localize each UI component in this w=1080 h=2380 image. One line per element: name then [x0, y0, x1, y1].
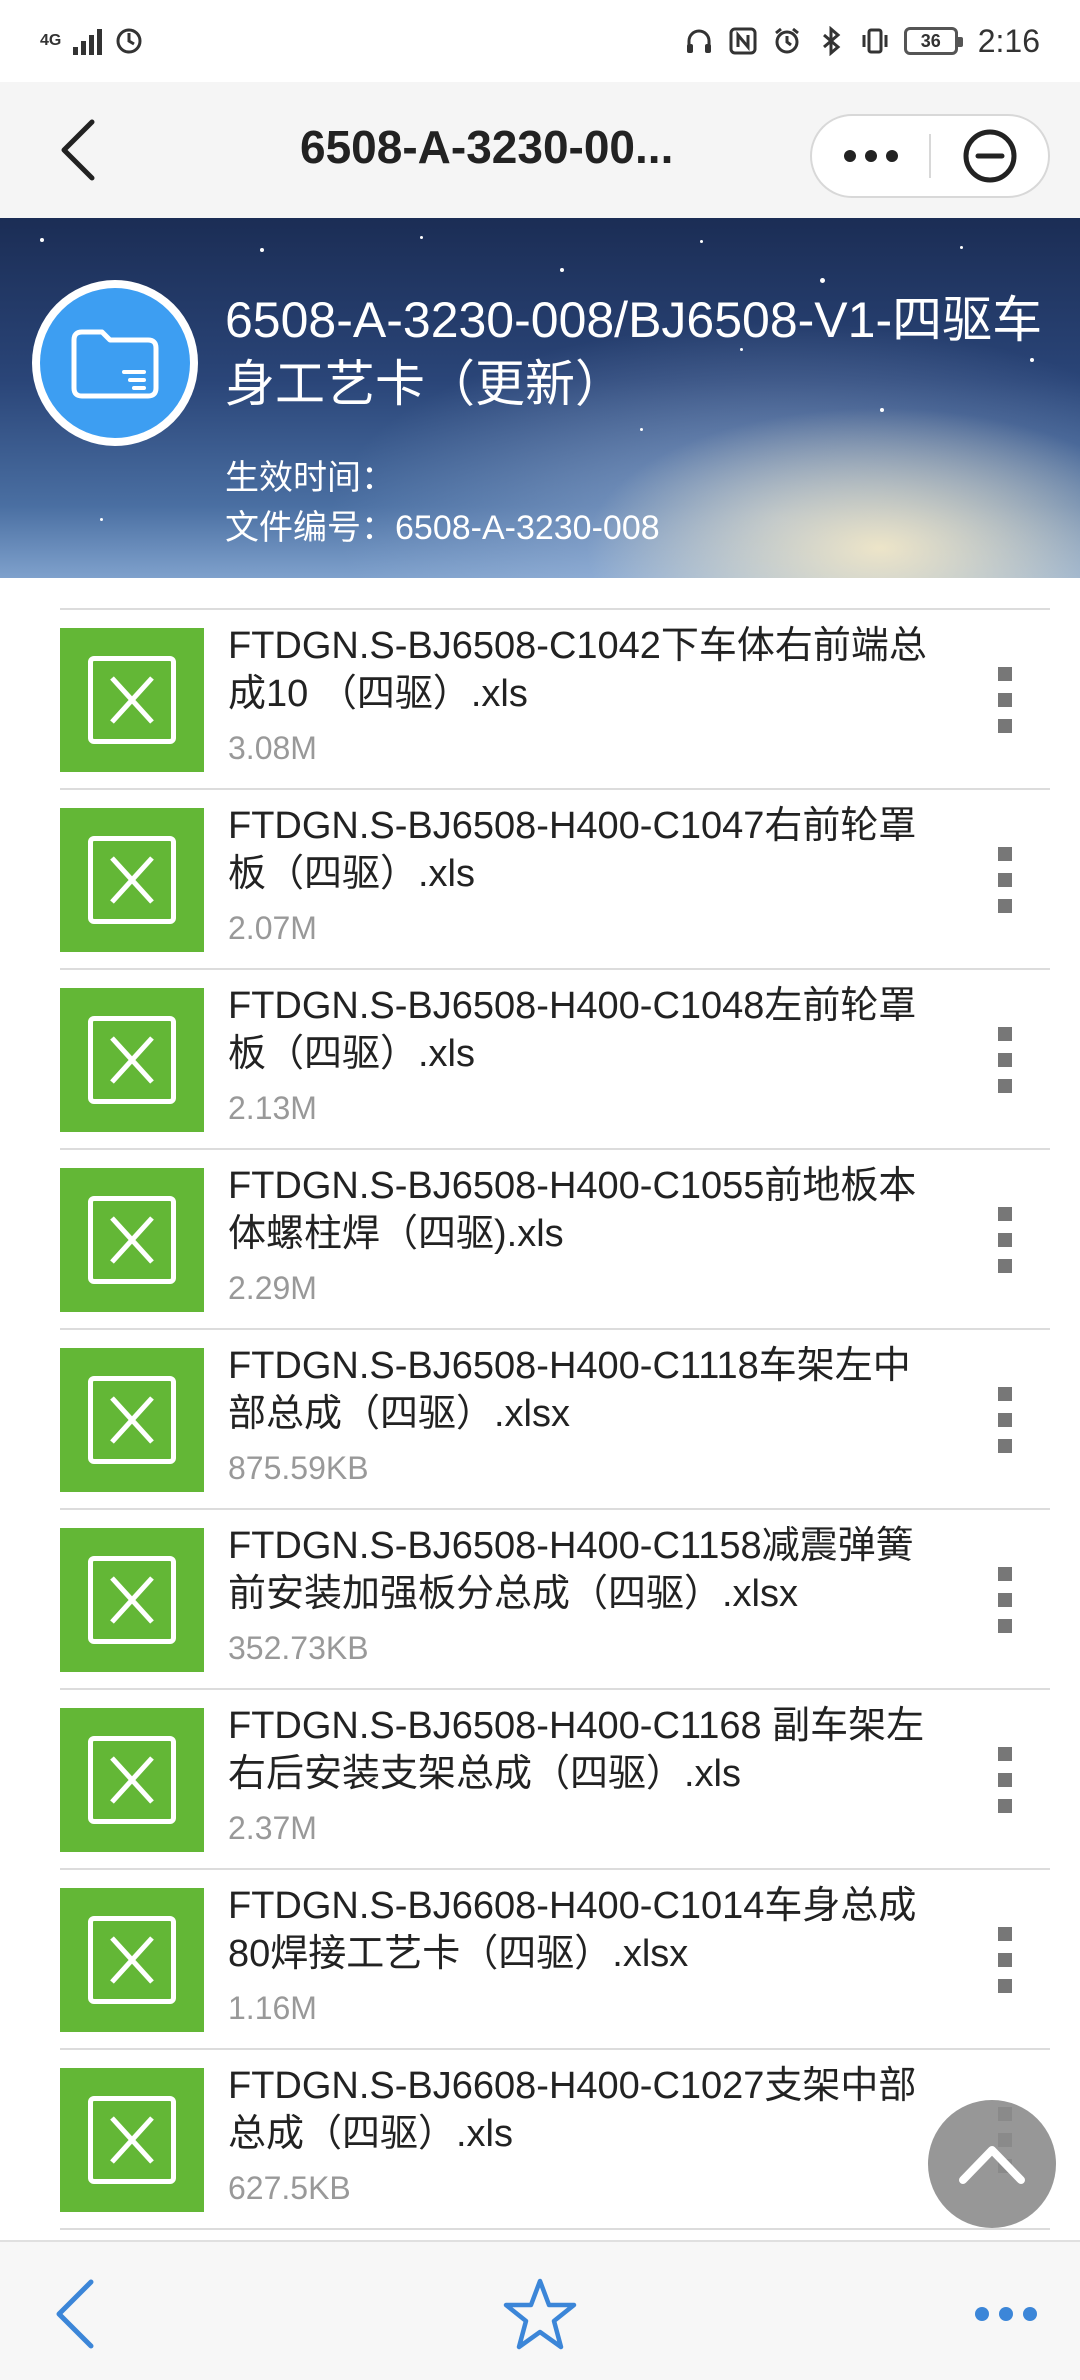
chevron-up-icon — [959, 2146, 1025, 2184]
file-name: FTDGN.S-BJ6608-H400-C1014车身总成80焊接工艺卡（四驱）… — [228, 1885, 917, 1975]
file-size: 352.73KB — [228, 1630, 369, 1666]
file-more-button[interactable] — [960, 1550, 1050, 1650]
back-arrow-icon — [56, 2279, 94, 2349]
file-size: 2.37M — [228, 1810, 317, 1846]
file-more-button[interactable] — [960, 1190, 1050, 1290]
toolbar-back-button[interactable] — [40, 2274, 110, 2354]
file-name: FTDGN.S-BJ6508-H400-C1168 副车架左右后安装支架总成（四… — [228, 1705, 925, 1795]
file-item[interactable]: FTDGN.S-BJ6508-H400-C1158减震弹簧前安装加强板分总成（四… — [60, 1510, 1050, 1690]
file-size: 2.29M — [228, 1270, 317, 1306]
file-size: 3.08M — [228, 730, 317, 766]
page-title: 6508-A-3230-00... — [300, 121, 674, 173]
toolbar-more-button[interactable] — [964, 2282, 1048, 2346]
app-header: 6508-A-3230-00... — [0, 82, 1080, 218]
excel-file-icon — [60, 988, 204, 1132]
nfc-icon — [728, 26, 758, 56]
status-left: 4G — [40, 26, 144, 56]
scroll-to-top-button[interactable] — [928, 2100, 1056, 2228]
file-number-label: 文件编号：6508-A-3230-008 — [225, 509, 660, 547]
file-item[interactable]: FTDGN.S-BJ6508-H400-C1048左前轮罩板（四驱）.xls 2… — [60, 970, 1050, 1150]
bluetooth-icon — [816, 26, 846, 56]
file-item[interactable]: FTDGN.S-BJ6608-H400-C1027支架中部总成（四驱）.xls … — [60, 2050, 1050, 2230]
headphones-icon — [684, 26, 714, 56]
file-item[interactable]: FTDGN.S-BJ6508-C1042下车体右前端总成10 （四驱）.xls … — [60, 610, 1050, 790]
file-size: 2.13M — [228, 1090, 317, 1126]
status-right: 36 2:16 — [684, 23, 1040, 60]
file-size: 875.59KB — [228, 1450, 369, 1486]
excel-file-icon — [60, 1348, 204, 1492]
file-name: FTDGN.S-BJ6508-H400-C1158减震弹簧前安装加强板分总成（四… — [228, 1525, 914, 1615]
folder-meta: 生效时间： 文件编号：6508-A-3230-008 — [225, 453, 1045, 553]
file-more-button[interactable] — [960, 1730, 1050, 1830]
more-dots-icon — [843, 150, 898, 162]
data-sync-icon — [114, 26, 144, 56]
folder-avatar — [32, 280, 198, 446]
status-time: 2:16 — [977, 22, 1040, 59]
excel-file-icon — [60, 1528, 204, 1672]
file-item[interactable]: FTDGN.S-BJ6508-H400-C1168 副车架左右后安装支架总成（四… — [60, 1690, 1050, 1870]
file-size: 627.5KB — [228, 2170, 351, 2206]
file-item[interactable]: FTDGN.S-BJ6608-H400-C1014车身总成80焊接工艺卡（四驱）… — [60, 1870, 1050, 2050]
file-item[interactable]: FTDGN.S-BJ6508-H400-C1047右前轮罩板（四驱）.xls 2… — [60, 790, 1050, 970]
file-name: FTDGN.S-BJ6608-H400-C1027支架中部总成（四驱）.xls — [228, 2065, 917, 2155]
more-menu-button[interactable] — [812, 116, 929, 196]
star-icon — [503, 2278, 577, 2350]
file-size: 2.07M — [228, 910, 317, 946]
back-button[interactable] — [48, 118, 108, 182]
folder-banner: 6508-A-3230-008/BJ6508-V1-四驱车身工艺卡（更新） 生效… — [0, 218, 1080, 578]
file-more-button[interactable] — [960, 1010, 1050, 1110]
file-name: FTDGN.S-BJ6508-H400-C1055前地板本体螺柱焊（四驱).xl… — [228, 1165, 917, 1255]
alarm-icon — [772, 26, 802, 56]
vibrate-icon — [860, 26, 890, 56]
file-name: FTDGN.S-BJ6508-C1042下车体右前端总成10 （四驱）.xls — [228, 625, 927, 715]
file-name: FTDGN.S-BJ6508-H400-C1048左前轮罩板（四驱）.xls — [228, 985, 917, 1075]
file-list: FTDGN.S-BJ6508-C1042下车体右前端总成10 （四驱）.xls … — [0, 578, 1080, 2240]
more-dots-icon — [975, 2307, 989, 2321]
close-button[interactable] — [931, 116, 1048, 196]
folder-icon — [71, 329, 159, 399]
battery-icon: 36 — [903, 27, 963, 55]
excel-file-icon — [60, 1708, 204, 1852]
excel-file-icon — [60, 628, 204, 772]
excel-file-icon — [60, 1168, 204, 1312]
favorite-button[interactable] — [498, 2272, 582, 2356]
file-more-button[interactable] — [960, 830, 1050, 930]
signal-icon — [73, 27, 103, 55]
network-type: 4G — [40, 32, 62, 49]
file-name: FTDGN.S-BJ6508-H400-C1118车架左中部总成（四驱）.xls… — [228, 1345, 911, 1435]
status-bar: 4G 36 2:16 — [0, 0, 1080, 82]
folder-title: 6508-A-3230-008/BJ6508-V1-四驱车身工艺卡（更新） — [225, 292, 1043, 412]
effective-time-label: 生效时间： — [225, 459, 395, 497]
chevron-left-icon — [61, 119, 95, 181]
excel-file-icon — [60, 808, 204, 952]
mini-program-capsule — [810, 114, 1050, 198]
excel-file-icon — [60, 1888, 204, 2032]
bottom-toolbar — [0, 2240, 1080, 2380]
file-more-button[interactable] — [960, 650, 1050, 750]
file-size: 1.16M — [228, 1990, 317, 2026]
file-name: FTDGN.S-BJ6508-H400-C1047右前轮罩板（四驱）.xls — [228, 805, 917, 895]
file-more-button[interactable] — [960, 1910, 1050, 2010]
file-more-button[interactable] — [960, 1370, 1050, 1470]
file-item[interactable]: FTDGN.S-BJ6508-H400-C1055前地板本体螺柱焊（四驱).xl… — [60, 1150, 1050, 1330]
file-item[interactable]: FTDGN.S-BJ6508-H400-C1118车架左中部总成（四驱）.xls… — [60, 1330, 1050, 1510]
minus-circle-icon — [963, 129, 1016, 183]
excel-file-icon — [60, 2068, 204, 2212]
